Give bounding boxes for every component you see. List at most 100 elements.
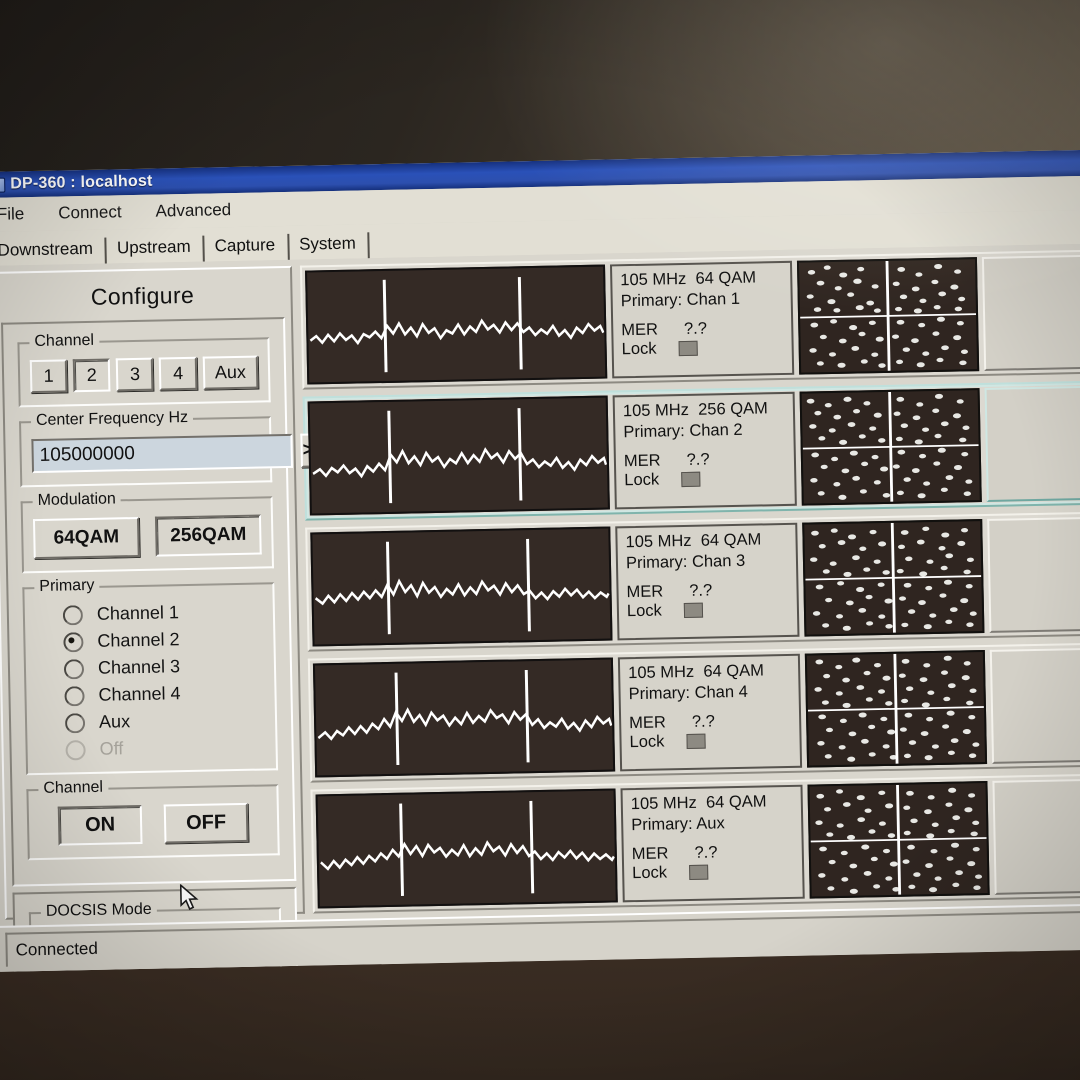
mer-value: ?.? xyxy=(689,581,713,600)
docsis-mode-legend: DOCSIS Mode xyxy=(40,900,157,922)
center-frequency-legend: Center Frequency Hz xyxy=(30,408,194,431)
primary-radio-channel-4[interactable]: Channel 4 xyxy=(64,681,264,706)
tab-capture[interactable]: Capture xyxy=(204,233,290,262)
mer-label: MER xyxy=(623,451,661,471)
monitor-photo: DP-360 : localhost File Connect Advanced… xyxy=(0,0,1080,1080)
primary-radio-channel-1[interactable]: Channel 1 xyxy=(62,600,263,626)
channel-frequency: 105 MHz xyxy=(630,793,698,814)
primary-legend: Primary xyxy=(34,576,100,597)
channel-frequency: 105 MHz xyxy=(620,269,687,290)
mer-value: ?.? xyxy=(686,450,710,470)
channel-power-group: Channel ON OFF xyxy=(26,778,280,861)
primary-radio-label: Channel 3 xyxy=(97,656,181,678)
tab-downstream[interactable]: Downstream xyxy=(0,237,108,266)
mer-value: ?.? xyxy=(683,319,708,339)
channel-button-3[interactable]: 3 xyxy=(116,357,154,392)
table-row[interactable]: 105 MHz 64 QAM Primary: Aux MER ?.? Lock xyxy=(310,773,1080,914)
channel-lock-5: Lock xyxy=(632,861,796,883)
window-title: DP-360 : localhost xyxy=(10,172,153,193)
spectrum-display-5[interactable] xyxy=(315,788,618,909)
channel-primary-1: Primary: Chan 1 xyxy=(620,289,741,310)
lock-label: Lock xyxy=(621,339,657,359)
channel-button-1[interactable]: 1 xyxy=(29,359,68,394)
configure-title: Configure xyxy=(90,281,195,310)
channel-primary-4: Primary: Chan 4 xyxy=(628,682,748,703)
constellation-display-2[interactable] xyxy=(799,388,982,506)
channel-info-4: 105 MHz 64 QAM Primary: Chan 4 MER ?.? L… xyxy=(617,653,803,772)
application-window: DP-360 : localhost File Connect Advanced… xyxy=(0,149,1080,972)
channel-info-5: 105 MHz 64 QAM Primary: Aux MER ?.? Lock xyxy=(620,784,805,903)
primary-radio-label: Off xyxy=(99,738,124,759)
channel-button-aux[interactable]: Aux xyxy=(202,355,259,390)
lock-label: Lock xyxy=(626,601,662,621)
constellation-display-1[interactable] xyxy=(796,257,980,375)
spectrum-display-1[interactable] xyxy=(305,264,608,385)
channel-modulation: 64 QAM xyxy=(703,661,765,681)
modulation-button-64qam[interactable]: 64QAM xyxy=(32,516,140,560)
center-frequency-input[interactable] xyxy=(31,433,294,474)
channel-info-2: 105 MHz 256 QAM Primary: Chan 2 MER ?.? … xyxy=(612,391,797,510)
constellation-display-5[interactable] xyxy=(807,780,990,899)
spectrum-display-4[interactable] xyxy=(312,657,616,778)
channel-on-button[interactable]: ON xyxy=(57,804,143,846)
center-frequency-group: Center Frequency Hz > xyxy=(19,408,317,488)
configure-panel: Configure Channel 1 2 3 4 Aux Center Fre… xyxy=(0,265,317,972)
channel-primary-2: Primary: Chan 2 xyxy=(623,420,743,441)
channel-freq-mod-2: 105 MHz 256 QAM xyxy=(623,398,787,422)
primary-radio-aux[interactable]: Aux xyxy=(64,708,265,733)
channel-lock-3: Lock xyxy=(627,599,791,621)
modulation-group: Modulation 64QAM 256QAM xyxy=(20,490,275,574)
channel-button-4[interactable]: 4 xyxy=(159,356,198,391)
menu-item-advanced[interactable]: Advanced xyxy=(155,200,231,222)
modulation-button-256qam[interactable]: 256QAM xyxy=(154,514,262,557)
channel-button-2[interactable]: 2 xyxy=(72,358,111,393)
channel-lock-1: Lock xyxy=(622,337,786,359)
tab-upstream[interactable]: Upstream xyxy=(106,235,205,264)
radio-icon xyxy=(64,685,85,706)
lock-label: Lock xyxy=(629,732,665,752)
constellation-display-4[interactable] xyxy=(804,650,988,768)
channel-rows-container: 105 MHz 64 QAM Primary: Chan 1 MER ?.? L… xyxy=(299,249,1080,914)
channel-lock-4: Lock xyxy=(629,730,793,752)
primary-radio-off: Off xyxy=(65,735,265,760)
primary-radio-channel-2[interactable]: Channel 2 xyxy=(63,627,263,652)
channel-primary-5: Primary: Aux xyxy=(631,813,725,834)
channel-modulation: 64 QAM xyxy=(705,792,767,812)
table-row[interactable]: 105 MHz 64 QAM Primary: Chan 3 MER ?.? L… xyxy=(305,511,1080,652)
table-row[interactable]: 105 MHz 64 QAM Primary: Chan 4 MER ?.? L… xyxy=(307,642,1080,783)
menu-item-file[interactable]: File xyxy=(0,204,24,225)
radio-icon xyxy=(62,604,84,626)
primary-radio-list: Channel 1 Channel 2 Channel 3 Channel 4 … xyxy=(35,600,266,761)
table-row[interactable]: 105 MHz 256 QAM Primary: Chan 2 MER ?.? … xyxy=(302,380,1080,521)
channel-frequency: 105 MHz xyxy=(622,400,690,421)
table-row[interactable]: 105 MHz 64 QAM Primary: Chan 1 MER ?.? L… xyxy=(299,249,1080,390)
mer-label: MER xyxy=(629,713,667,733)
extra-panel-3 xyxy=(987,516,1080,633)
mer-label: MER xyxy=(621,320,659,340)
spectrum-display-2[interactable] xyxy=(307,395,610,516)
channel-power-legend: Channel xyxy=(38,778,109,799)
tab-system[interactable]: System xyxy=(288,232,371,260)
spectrum-display-3[interactable] xyxy=(310,526,613,647)
modulation-buttons: 64QAM 256QAM xyxy=(32,514,262,560)
primary-radio-label: Channel 4 xyxy=(98,683,181,705)
radio-icon xyxy=(65,739,86,760)
mer-label: MER xyxy=(631,844,669,864)
app-icon xyxy=(0,177,6,193)
lock-label: Lock xyxy=(632,863,668,883)
channel-power-buttons: ON OFF xyxy=(39,802,268,846)
menu-item-connect[interactable]: Connect xyxy=(58,202,122,223)
constellation-display-3[interactable] xyxy=(802,519,985,637)
radio-icon xyxy=(64,712,86,733)
primary-radio-channel-3[interactable]: Channel 3 xyxy=(63,654,264,679)
client-area: Configure Channel 1 2 3 4 Aux Center Fre… xyxy=(0,243,1080,972)
primary-radio-label: Aux xyxy=(98,711,131,732)
channel-modulation: 64 QAM xyxy=(700,530,762,550)
extra-panel-2 xyxy=(984,385,1080,502)
channel-off-button[interactable]: OFF xyxy=(163,802,249,844)
primary-radio-label: Channel 1 xyxy=(96,602,180,624)
primary-radio-label: Channel 2 xyxy=(97,629,180,651)
channel-info-1: 105 MHz 64 QAM Primary: Chan 1 MER ?.? L… xyxy=(609,260,795,379)
channel-frequency: 105 MHz xyxy=(628,662,695,683)
extra-panel-1 xyxy=(981,254,1080,371)
